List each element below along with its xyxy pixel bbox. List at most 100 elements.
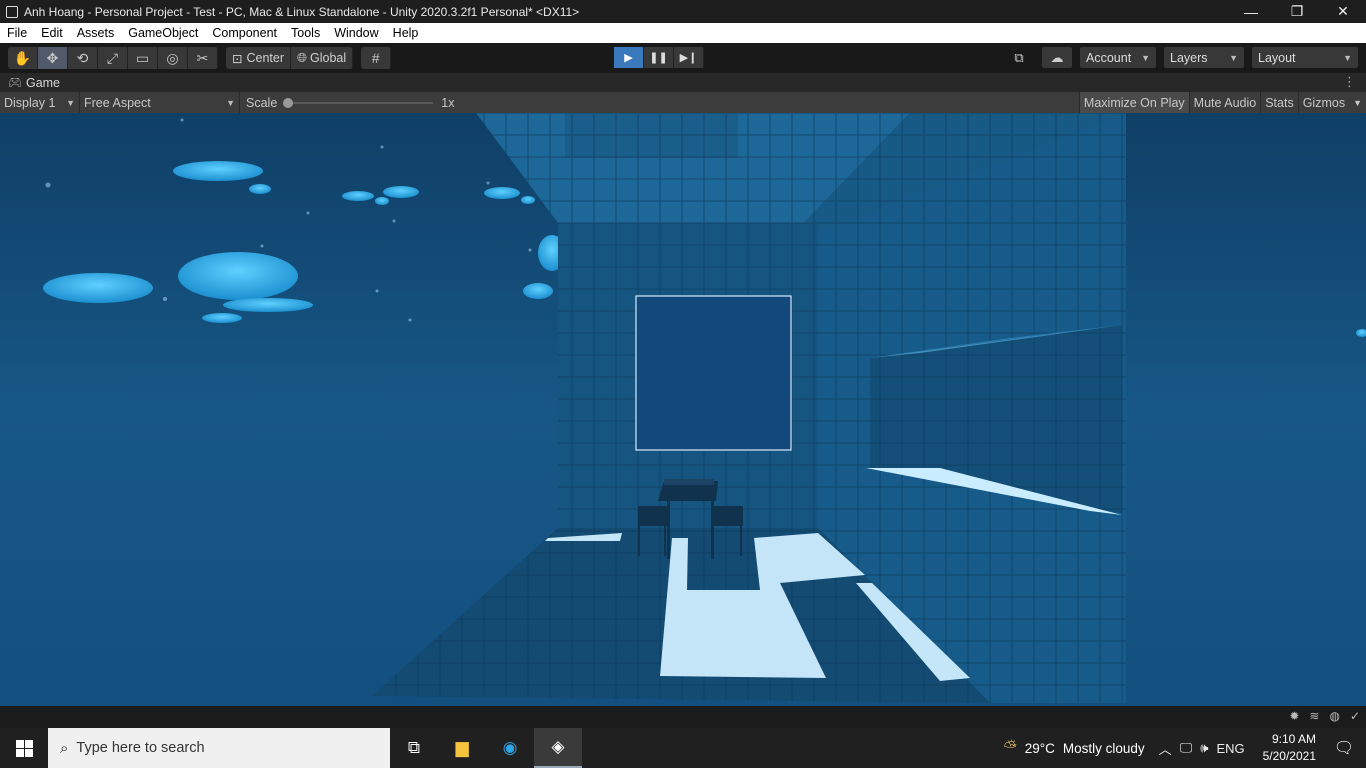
chevron-down-icon: ▼	[1343, 52, 1352, 63]
edge-browser-icon[interactable]: ◉	[486, 728, 534, 768]
system-tray: ⛅︎ 29°C Mostly cloudy ︿ 🖵︎ 🕪︎ ENG 9:10 A…	[1004, 728, 1366, 768]
game-scene	[0, 113, 1366, 706]
cloud-icon[interactable]: ☁	[1042, 47, 1072, 68]
search-placeholder: Type here to search	[76, 740, 205, 756]
game-view-options: Maximize On Play Mute Audio Stats Gizmos…	[1078, 92, 1366, 113]
weather-condition: Mostly cloudy	[1062, 740, 1145, 756]
scale-tool-icon[interactable]: ⤢	[98, 47, 128, 69]
task-view-icon[interactable]: ⧉	[390, 728, 438, 768]
notification-icon[interactable]: 🗨︎	[1322, 728, 1366, 768]
checkmark-icon[interactable]: ✓	[1350, 709, 1360, 723]
hand-tool-icon[interactable]: ✋	[8, 47, 38, 69]
display-label: Display 1	[4, 95, 56, 110]
scale-control: Scale 1x	[240, 96, 454, 110]
input-language[interactable]: ENG	[1216, 741, 1244, 756]
grid-snap-icon[interactable]: #	[361, 47, 392, 69]
pause-button[interactable]: ❚❚	[644, 47, 674, 68]
rotate-tool-icon[interactable]: ⟲	[68, 47, 98, 69]
custom-tool-icon[interactable]: ✂	[188, 47, 218, 69]
chevron-down-icon: ▼	[1229, 52, 1238, 63]
transform-tool-icon[interactable]: ◎	[158, 47, 188, 69]
search-icon: ⌕	[60, 739, 69, 757]
start-button[interactable]	[0, 728, 48, 768]
maximize-button[interactable]: ❐	[1274, 0, 1320, 23]
taskbar-search-box[interactable]: ⌕ Type here to search	[48, 728, 390, 768]
debug-icon[interactable]: ✹	[1289, 709, 1299, 723]
menu-tools[interactable]: Tools	[284, 26, 327, 40]
scale-slider[interactable]	[283, 97, 434, 108]
file-explorer-icon[interactable]: ▆	[438, 728, 486, 768]
account-label: Account	[1086, 50, 1132, 65]
display-dropdown[interactable]: Display 1 ▼	[0, 92, 80, 113]
maximize-on-play-button[interactable]: Maximize On Play	[1078, 92, 1189, 113]
pivot-rotation-button[interactable]: 🌐︎ Global	[291, 47, 354, 69]
mute-audio-button[interactable]: Mute Audio	[1188, 92, 1261, 113]
windows-logo-icon	[15, 739, 33, 757]
menu-component[interactable]: Component	[205, 26, 284, 40]
gizmos-label: Gizmos	[1302, 95, 1346, 110]
chevron-down-icon: ▼	[1353, 97, 1362, 108]
layers-dropdown[interactable]: Layers ▼	[1164, 47, 1244, 68]
close-button[interactable]: ✕	[1320, 0, 1366, 23]
menu-gameobject[interactable]: GameObject	[121, 26, 205, 40]
transform-tools: ✋ ✥ ⟲ ⤢ ▭ ◎ ✂	[8, 47, 218, 69]
pivot-mode-button[interactable]: ⊡ Center	[226, 47, 292, 69]
unity-logo-icon	[6, 5, 18, 18]
chevron-down-icon: ▼	[1141, 52, 1150, 63]
menu-bar: File Edit Assets GameObject Component To…	[0, 23, 1366, 43]
layout-dropdown[interactable]: Layout ▼	[1252, 47, 1358, 68]
unity-taskbar-icon[interactable]: ◈	[534, 728, 582, 768]
aspect-label: Free Aspect	[84, 95, 151, 110]
volume-icon[interactable]: 🕪︎	[1200, 740, 1208, 756]
grid-snap-group: #	[361, 47, 392, 69]
step-button[interactable]: ▶❙	[674, 47, 704, 68]
network-icon[interactable]: 🖵︎	[1180, 740, 1193, 756]
clock-date: 5/20/2021	[1262, 749, 1316, 763]
stats-button[interactable]: Stats	[1260, 92, 1298, 113]
main-toolbar: ✋ ✥ ⟲ ⤢ ▭ ◎ ✂ ⊡ Center 🌐︎ Global # ▶ ❚❚ ▶❙…	[0, 43, 1366, 73]
temperature: 29°C	[1024, 740, 1055, 756]
menu-file[interactable]: File	[0, 26, 34, 40]
windows-taskbar: ⌕ Type here to search ⧉ ▆ ◉ ◈ ⛅︎ 29°C Mo…	[0, 728, 1366, 768]
layout-label: Layout	[1258, 50, 1296, 65]
play-button[interactable]: ▶	[614, 47, 644, 68]
menu-help[interactable]: Help	[386, 26, 426, 40]
weather-widget[interactable]: ⛅︎ 29°C Mostly cloudy	[1004, 739, 1145, 757]
globe-icon: 🌐︎	[297, 50, 308, 65]
menu-assets[interactable]: Assets	[70, 26, 122, 40]
chevron-down-icon: ▼	[66, 97, 75, 108]
play-controls: ▶ ❚❚ ▶❙	[614, 47, 704, 68]
clock-time: 9:10 AM	[1271, 732, 1316, 746]
move-tool-icon[interactable]: ✥	[38, 47, 68, 69]
editor-status-bar: ✹ ≋ ◍ ✓	[0, 706, 1366, 728]
game-view-toolbar: Display 1 ▼ Free Aspect ▼ Scale 1x Maximiz…	[0, 92, 1366, 113]
rect-tool-icon[interactable]: ▭	[128, 47, 158, 69]
game-view[interactable]	[0, 113, 1366, 706]
game-tab-bar: 🎮︎ Game ⋮	[0, 73, 1366, 92]
scale-slider-knob[interactable]	[283, 97, 294, 108]
menu-window[interactable]: Window	[327, 26, 385, 40]
back-window	[635, 295, 792, 451]
account-dropdown[interactable]: Account ▼	[1080, 47, 1156, 68]
more-options-icon[interactable]: ⋮	[1343, 74, 1356, 90]
partly-cloudy-icon: ⛅︎	[1003, 739, 1017, 756]
auto-generate-lighting-icon[interactable]: ◍	[1329, 709, 1339, 723]
menu-edit[interactable]: Edit	[34, 26, 70, 40]
pivot-mode-label: Center	[246, 51, 285, 65]
tab-game[interactable]: Game	[26, 76, 60, 90]
pivot-center-icon: ⊡	[232, 51, 243, 66]
minimize-button[interactable]: —	[1228, 0, 1274, 23]
window-title: Anh Hoang - Personal Project - Test - PC…	[24, 4, 580, 19]
stack-icon[interactable]: ≋	[1309, 709, 1319, 723]
pivot-rotation-label: Global	[310, 51, 347, 65]
gamepad-icon: 🎮︎	[8, 77, 22, 89]
gizmos-button[interactable]: Gizmos ▼	[1297, 92, 1366, 113]
chevron-down-icon: ▼	[226, 97, 235, 108]
chevron-up-icon[interactable]: ︿	[1159, 739, 1172, 758]
scale-label: Scale	[246, 95, 278, 110]
toolbar-right: ⧉ ☁ Account ▼ Layers ▼ Layout ▼	[996, 47, 1358, 68]
pivot-group: ⊡ Center 🌐︎ Global	[226, 47, 354, 69]
clock[interactable]: 9:10 AM 5/20/2021	[1263, 731, 1316, 765]
aspect-dropdown[interactable]: Free Aspect ▼	[80, 92, 240, 113]
collab-icon[interactable]: ⧉	[1004, 47, 1034, 68]
